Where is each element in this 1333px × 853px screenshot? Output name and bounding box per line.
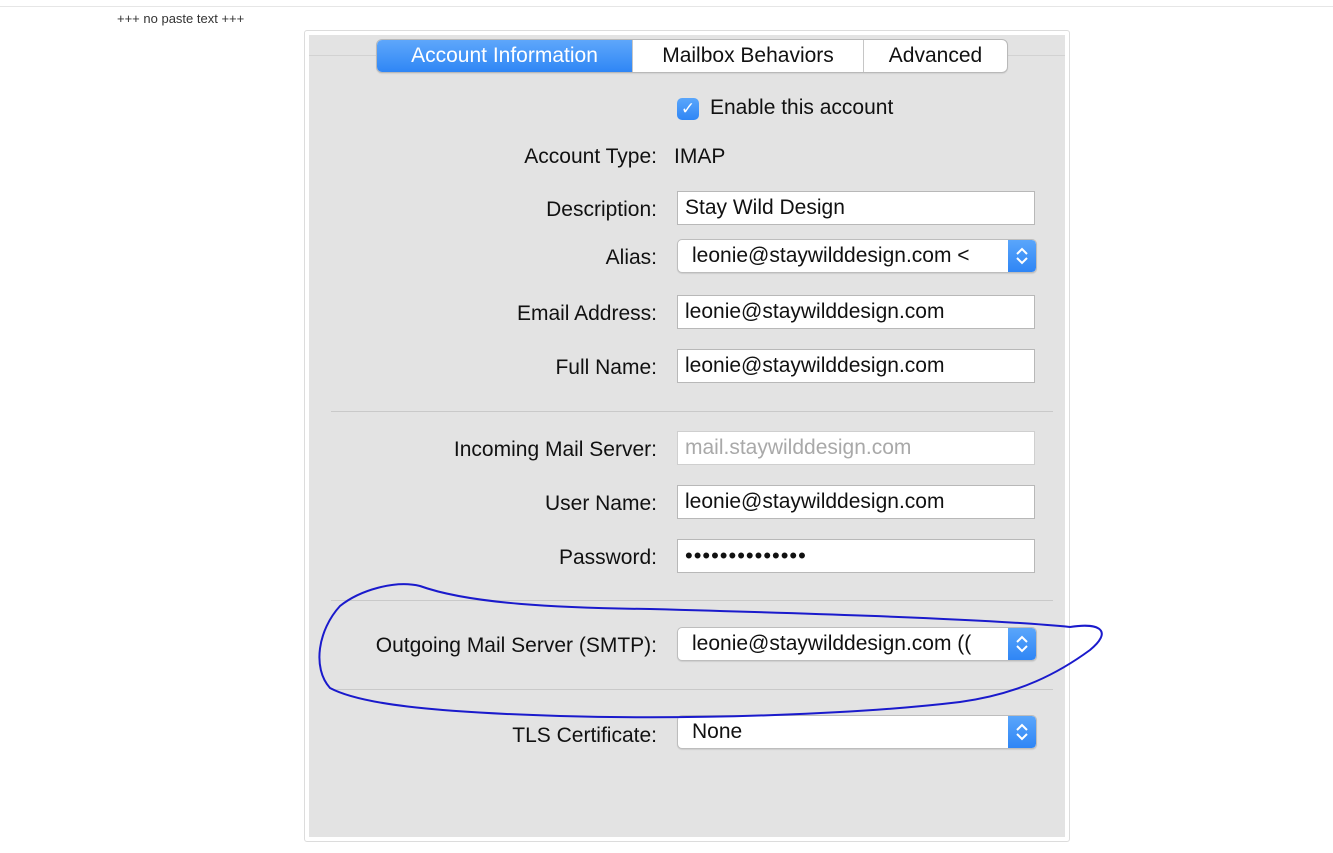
incoming-server-field: mail.staywilddesign.com [677, 431, 1035, 465]
account-type-label: Account Type: [524, 145, 657, 168]
email-address-field[interactable]: leonie@staywilddesign.com [677, 295, 1035, 329]
alias-popup-value: leonie@staywilddesign.com < [692, 244, 970, 267]
password-label: Password: [558, 546, 657, 569]
user-name-label: User Name: [544, 492, 657, 515]
outgoing-server-stepper-icon [1008, 628, 1036, 660]
enable-account-label: Enable this account [710, 96, 894, 119]
incoming-server-label: Incoming Mail Server: [453, 438, 657, 461]
tab-account-information[interactable]: Account Information [377, 40, 632, 72]
tls-certificate-popup[interactable]: None [677, 715, 1037, 749]
outgoing-server-popup[interactable]: leonie@staywilddesign.com (( [677, 627, 1037, 661]
description-field[interactable]: Stay Wild Design [677, 191, 1035, 225]
email-address-label: Email Address: [516, 302, 657, 325]
user-name-field[interactable]: leonie@staywilddesign.com [677, 485, 1035, 519]
tab-mailbox-behaviors[interactable]: Mailbox Behaviors [632, 40, 863, 72]
section-divider [331, 600, 1053, 601]
description-label: Description: [546, 198, 657, 221]
alias-label: Alias: [605, 246, 657, 269]
account-type-value: IMAP [674, 145, 726, 168]
enable-account-checkbox[interactable]: ✓ [677, 98, 699, 120]
tls-certificate-label: TLS Certificate: [512, 724, 657, 747]
alias-popup[interactable]: leonie@staywilddesign.com < [677, 239, 1037, 273]
password-field[interactable]: •••••••••••••• [677, 539, 1035, 573]
checkmark-icon: ✓ [680, 99, 696, 118]
tls-certificate-stepper-icon [1008, 716, 1036, 748]
paste-note: +++ no paste text +++ [117, 11, 245, 26]
full-name-label: Full Name: [555, 356, 657, 379]
tab-bar: Account Information Mailbox Behaviors Ad… [376, 39, 1008, 73]
outgoing-server-popup-value: leonie@staywilddesign.com (( [692, 632, 972, 655]
section-divider [331, 689, 1053, 690]
account-preferences-frame: Account Information Mailbox Behaviors Ad… [304, 30, 1070, 842]
full-name-field[interactable]: leonie@staywilddesign.com [677, 349, 1035, 383]
alias-stepper-icon [1008, 240, 1036, 272]
outgoing-server-label: Outgoing Mail Server (SMTP): [375, 634, 657, 657]
section-divider [331, 411, 1053, 412]
tls-certificate-popup-value: None [692, 720, 743, 743]
tab-advanced[interactable]: Advanced [863, 40, 1007, 72]
account-info-panel: Account Information Mailbox Behaviors Ad… [309, 35, 1065, 837]
top-divider [0, 6, 1333, 7]
